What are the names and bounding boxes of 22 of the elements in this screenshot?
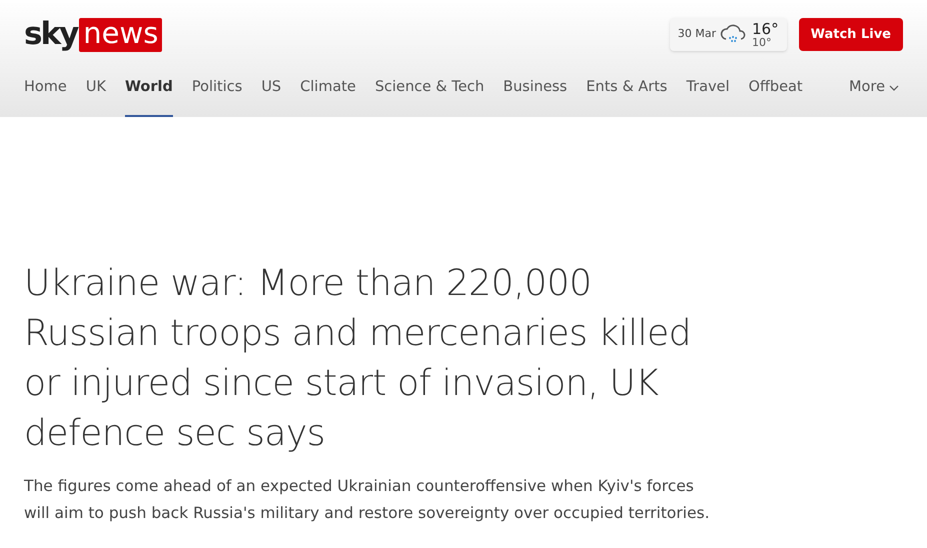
weather-widget[interactable]: 30 Mar 16° 10° [670,18,787,51]
weather-date: 30 Mar [678,26,716,42]
nav-tab[interactable]: Business [503,58,568,117]
nav-tab[interactable]: UK [86,58,106,117]
nav-tab[interactable]: Offbeat [748,58,803,117]
high-temperature: 16° [752,22,779,36]
article-summary: The figures come ahead of an expected Ukrainian counteroffensive when Kyiv's forces will aim to push back Russia's military and restore sovereignty over occupied territories. [24,476,711,524]
nav-tab[interactable]: Ents & Arts [586,58,668,117]
chevron-down-icon [889,84,899,90]
article-headline: Ukraine war: More than 220,000 Russian troops and mercenaries killed or injured since start of invasion, UK defence sec says [24,262,692,456]
watch-live-button[interactable]: Watch Live [798,18,903,51]
nav-tab[interactable]: Politics [192,58,242,117]
more-menu[interactable]: More [849,58,903,117]
nav-tab[interactable]: US [261,58,282,117]
nav-tab[interactable]: Climate [300,58,356,117]
nav-tab[interactable]: Home [24,58,67,117]
nav-tab[interactable]: Travel [686,58,730,117]
logo-news[interactable]: news [79,18,162,52]
nav-tab[interactable]: Science & Tech [374,58,484,117]
low-temperature: 10° [752,36,773,48]
logo-sky[interactable]: sky [24,19,78,50]
nav-tab[interactable]: World [124,58,173,117]
